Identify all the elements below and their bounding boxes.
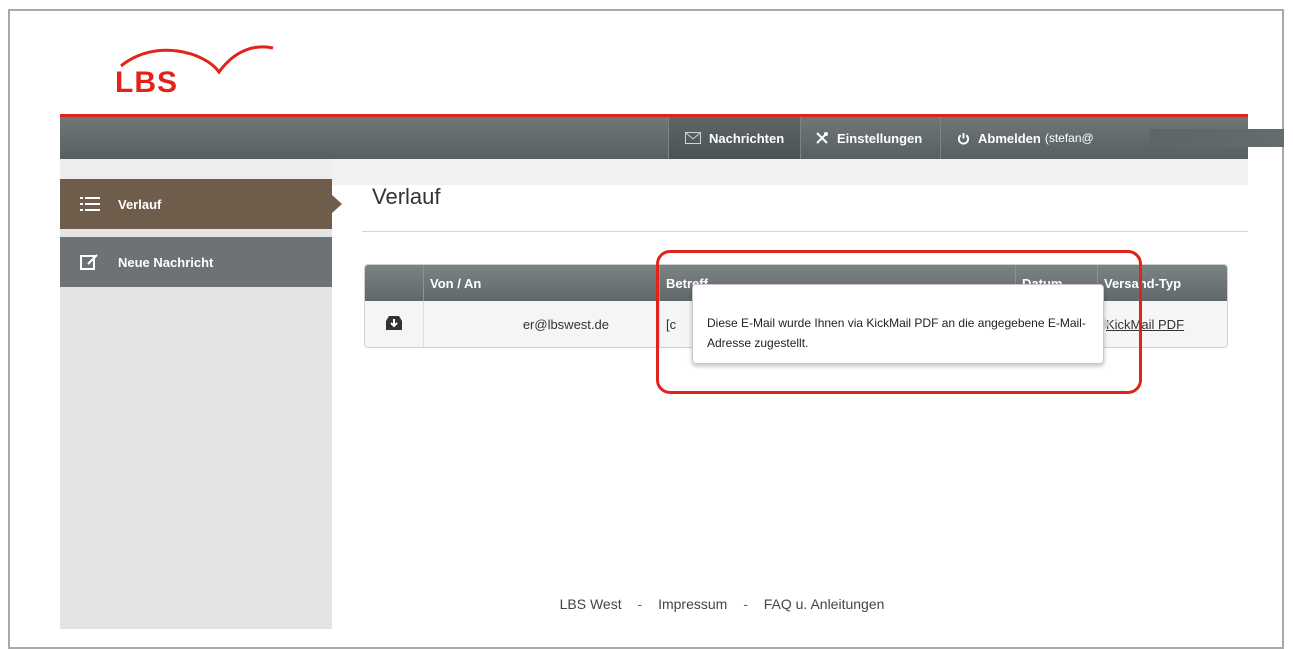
- col-icon-header: [365, 265, 423, 301]
- tools-icon: [815, 131, 829, 145]
- row-icon-cell: [365, 301, 423, 347]
- page-title: Verlauf: [372, 184, 441, 209]
- footer-separator: -: [743, 596, 748, 612]
- power-icon: [957, 132, 970, 145]
- footer: LBS West - Impressum - FAQ u. Anleitunge…: [332, 596, 1112, 612]
- envelope-icon: [685, 132, 701, 144]
- redacted-user: [1150, 129, 1284, 147]
- sidebar-item-verlauf[interactable]: Verlauf: [60, 179, 332, 229]
- annotation-highlight: [656, 250, 1142, 394]
- nav-label: Abmelden: [978, 130, 1041, 146]
- footer-link-faq[interactable]: FAQ u. Anleitungen: [764, 596, 885, 612]
- list-icon: [80, 197, 100, 211]
- top-nav-bar: Nachrichten Einstellungen Abmelden (stef…: [60, 117, 1284, 159]
- nav-nachrichten[interactable]: Nachrichten: [668, 117, 800, 159]
- logo-text: LBS: [115, 66, 178, 99]
- lbs-logo[interactable]: LBS: [115, 42, 275, 102]
- sidebar-strip: [60, 159, 332, 179]
- sidebar-item-neue-nachricht[interactable]: Neue Nachricht: [60, 237, 332, 287]
- nav-label: Nachrichten: [709, 130, 785, 146]
- row-von-an-cell: er@lbswest.de: [423, 301, 659, 347]
- inbox-download-icon[interactable]: [385, 315, 403, 334]
- sidebar-item-label: Verlauf: [118, 196, 162, 212]
- footer-link-lbs-west[interactable]: LBS West: [560, 596, 622, 612]
- content-header-strip: [332, 159, 1248, 185]
- sidebar-item-label: Neue Nachricht: [118, 254, 214, 270]
- nav-einstellungen[interactable]: Einstellungen: [800, 117, 940, 159]
- footer-separator: -: [637, 596, 643, 612]
- footer-link-impressum[interactable]: Impressum: [658, 596, 727, 612]
- sidebar: Verlauf Neue Nachricht: [60, 159, 342, 629]
- user-name: (stefan@: [1044, 131, 1094, 145]
- nav-label: Einstellungen: [837, 130, 923, 146]
- title-divider: [362, 231, 1248, 232]
- compose-icon: [80, 253, 100, 271]
- active-indicator: [332, 195, 342, 213]
- col-von-an-header[interactable]: Von / An: [423, 265, 659, 301]
